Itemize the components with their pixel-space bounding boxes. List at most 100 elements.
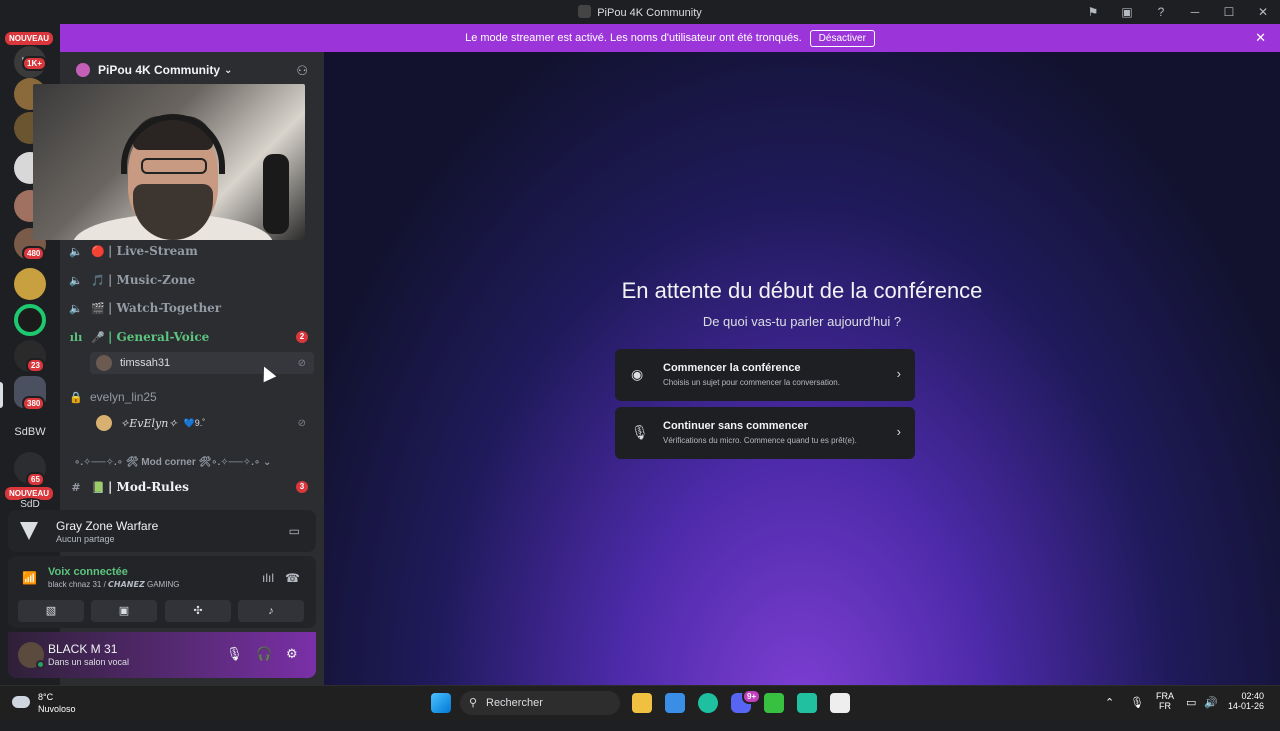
share-status: Aucun partage [56,534,115,544]
channel-name: | Live-Stream [108,244,198,258]
voice-channel-watch-together[interactable]: 🔈 🎬 | Watch-Together [68,296,314,320]
channel-badge: 3 [296,481,308,493]
screen-share-button[interactable]: ▣ [91,600,157,622]
channel-name: | Music-Zone [108,273,196,287]
server-badge: 380 [22,396,46,411]
stage-title: En attente du début de la conférence [621,278,983,303]
channel-emoji: 🎵 [91,273,105,287]
private-voice-channel[interactable]: 🔒 evelyn_lin25 [68,385,314,409]
start-conference-button[interactable]: ◉ Commencer la conférence Choisis un suj… [615,349,915,401]
voice-channel-info[interactable]: black chnaz 31 / 𝘾𝙃𝘼𝙉𝙀𝙕 GAMING [48,580,179,589]
game-name: Gray Zone Warfare [56,519,159,533]
close-banner-icon[interactable]: ✕ [1255,30,1266,46]
search-box[interactable]: ⚲ Rechercher [460,691,620,715]
channel-emoji: 🎤 [91,330,105,344]
clock[interactable]: 02:40 14-01-26 [1228,691,1264,726]
user-panel: BLACK M 31 Dans un salon vocal 🎙 🎧 ⚙ [8,632,316,678]
signal-icon[interactable]: 📶 [22,571,37,585]
card-title: Commencer la conférence [663,362,801,374]
text-channel-mod-rules[interactable]: # 📗 | Mod-Rules 3 [68,475,314,499]
server-badge: 65 [26,472,45,487]
help-icon[interactable]: ? [1144,5,1178,19]
inbox-icon[interactable]: ▣ [1110,5,1144,19]
category-mod-corner[interactable]: ∘.✧──✧.∘ 🛠 Mod corner 🛠∘.✧──✧.∘ ⌄ [74,457,271,468]
channel-emoji: 🎬 [91,301,105,315]
gray-zone-icon[interactable] [830,693,850,713]
discord-badge: 9+ [742,689,762,704]
store-icon[interactable] [665,693,685,713]
window-titlebar: PiPou 4K Community ⚑ ▣ ? ─ ☐ ✕ [0,0,1280,24]
avatar [96,415,112,431]
close-window-button[interactable]: ✕ [1246,5,1280,19]
server-icon[interactable] [14,268,46,300]
voice-channel-general-voice[interactable]: ılı 🎤 | General-Voice 2 [68,325,314,349]
channel-name: | Mod-Rules [108,480,189,494]
speaker-icon: 🔈 [69,244,83,258]
microphone-icon: 🎙 [631,424,649,440]
server-badge: 480 [22,246,46,261]
disable-streamer-button[interactable]: Désactiver [809,29,875,47]
selected-server-pill [0,382,3,408]
server-icon[interactable] [14,304,46,336]
voice-status[interactable]: Voix connectée [48,566,128,578]
user-status: Dans un salon vocal [48,657,130,667]
user-tag: 💙9.˚ [183,417,206,428]
continue-without-starting-button[interactable]: 🎙 Continuer sans commencer Vérifications… [615,407,915,459]
file-explorer-icon[interactable] [632,693,652,713]
voice-channel-live-stream[interactable]: 🔈 🔴 | Live-Stream [68,239,314,263]
headphones-icon[interactable]: 🎧 [256,646,272,662]
search-icon: ⚲ [469,697,478,709]
card-title: Continuer sans commencer [663,420,808,432]
game-icon [20,522,38,540]
nvidia-icon[interactable] [764,693,784,713]
online-status-icon [36,660,45,669]
microphone-icon[interactable]: 🎙 [226,646,243,662]
webcam-overlay [33,84,305,240]
titlebar-controls: ⚑ ▣ ? ─ ☐ ✕ [1076,0,1280,24]
speaker-icon: 🔈 [69,301,83,315]
voice-user[interactable]: timssah31 ⊘ [90,352,314,374]
stage-icon: ılı [69,330,83,344]
category-name: ∘.✧──✧.∘ 🛠 Mod corner 🛠∘.✧──✧.∘ [74,457,261,468]
disconnect-icon[interactable]: ☎ [285,571,300,585]
card-subtitle: Vérifications du micro. Commence quand t… [663,436,857,445]
channel-name: | General-Voice [108,330,210,344]
camera-button[interactable]: ▧ [18,600,84,622]
volume-icon[interactable]: 🔊 [1204,696,1218,731]
soundboard-button[interactable]: ♪ [238,600,304,622]
activities-button[interactable]: ✣ [165,600,231,622]
microphone-icon[interactable]: 🎙 [1130,696,1144,731]
banner-text: Le mode streamer est activé. Les noms d'… [465,32,802,44]
server-header[interactable]: PiPou 4K Community ⌄ ⚇ [60,52,324,88]
maximize-button[interactable]: ☐ [1212,5,1246,19]
voice-user[interactable]: ✧EvElyn✧ 💙9.˚ ⊘ [90,412,314,434]
streamer-mode-banner: Le mode streamer est activé. Les noms d'… [60,24,1280,52]
channel-name: evelyn_lin25 [90,390,157,404]
user-name[interactable]: BLACK M 31 [48,642,117,656]
channel-name: | Watch-Together [108,301,222,315]
settings-gear-icon[interactable]: ⚙ [286,646,298,662]
invite-people-icon[interactable]: ⚇ [296,63,308,79]
activity-panel: Gray Zone Warfare Aucun partage ▭ [8,510,316,552]
server-icon-sdbw[interactable]: SdBW [14,416,46,448]
language-indicator[interactable]: FRA FR [1156,691,1174,726]
minimize-button[interactable]: ─ [1178,5,1212,19]
cloud-icon [12,696,30,708]
noise-suppression-icon[interactable]: ılıl [262,571,274,585]
channel-badge: 2 [296,331,308,343]
start-button[interactable] [431,693,451,713]
voice-channel-music-zone[interactable]: 🔈 🎵 | Music-Zone [68,268,314,292]
voice-user-name: ✧EvElyn✧ [120,416,178,430]
lock-icon: 🔒 [69,391,83,404]
flag-icon[interactable]: ⚑ [1076,5,1110,19]
app-icon[interactable] [698,693,718,713]
stage-view: En attente du début de la conférence De … [324,52,1280,685]
share-screen-icon[interactable]: ▭ [289,524,300,538]
display-icon[interactable]: ▭ [1186,696,1196,731]
channel-emoji: 🔴 [91,244,105,258]
weather-condition: Nuvoloso [38,704,76,714]
app-icon[interactable] [797,693,817,713]
voice-connection-panel: 📶 Voix connectée black chnaz 31 / 𝘾𝙃𝘼𝙉𝙀𝙕… [8,556,316,628]
new-badge: NOUVEAU [5,32,54,45]
chevron-up-icon[interactable]: ⌃ [1105,696,1114,731]
